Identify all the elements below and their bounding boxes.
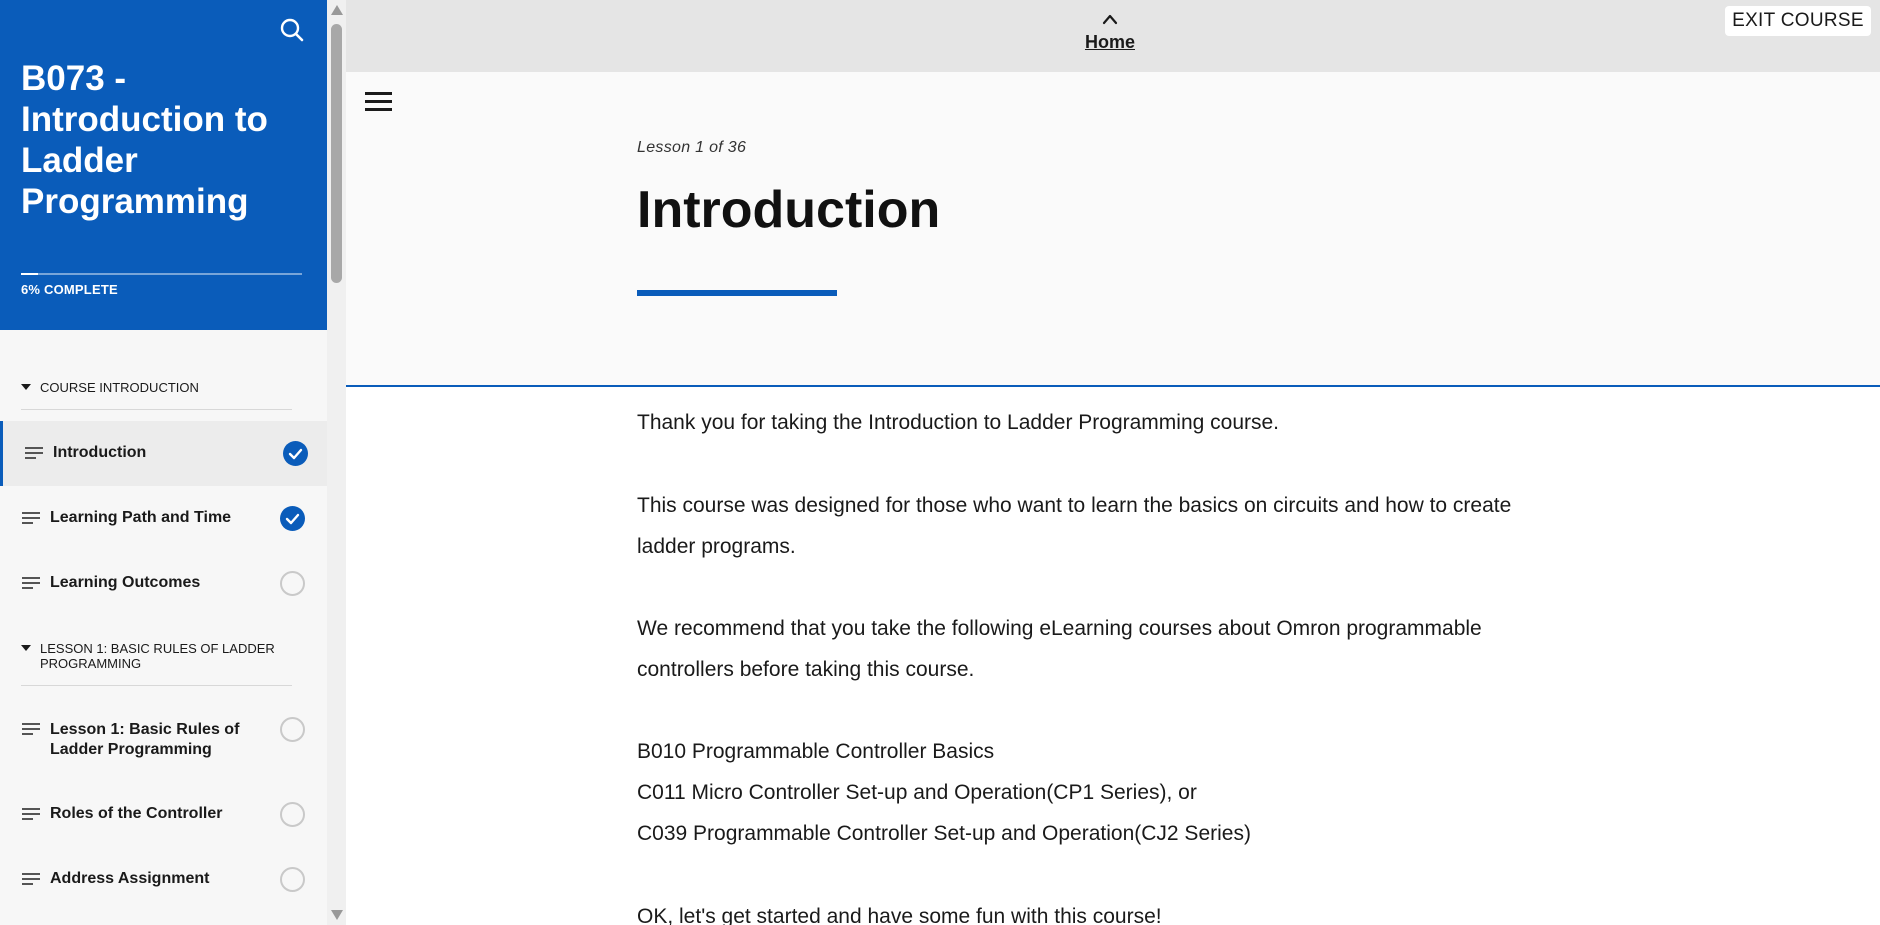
- sidebar-item-learning-outcomes[interactable]: Learning Outcomes: [0, 551, 327, 616]
- section-title: COURSE INTRODUCTION: [40, 380, 199, 395]
- empty-circle-icon: [280, 867, 305, 892]
- chevron-up-icon[interactable]: [1102, 12, 1118, 26]
- course-title: B073 - Introduction to Ladder Programmin…: [21, 59, 268, 221]
- lesson-lines-icon: [22, 577, 40, 590]
- course-list-item: B010 Programmable Controller Basics: [637, 740, 995, 763]
- check-circle-icon: [283, 441, 308, 466]
- exit-course-button[interactable]: EXIT COURSE: [1725, 6, 1871, 36]
- caret-down-icon: [21, 645, 31, 651]
- sidebar-item-learning-path-and-time[interactable]: Learning Path and Time: [0, 486, 327, 551]
- section-heading-course-introduction[interactable]: COURSE INTRODUCTION: [21, 380, 292, 410]
- progress-bar: [21, 273, 302, 275]
- lesson-header: Lesson 1 of 36 Introduction: [346, 72, 1880, 387]
- check-circle-icon: [280, 506, 305, 531]
- section-title: LESSON 1: BASIC RULES OF LADDER PROGRAMM…: [40, 641, 275, 671]
- paragraph: OK, let's get started and have some fun …: [637, 905, 1162, 925]
- sidebar-item-label: Learning Outcomes: [50, 574, 201, 591]
- search-button[interactable]: [277, 15, 307, 45]
- paragraph: Thank you for taking the Introduction to…: [637, 411, 1280, 434]
- sidebar-item-basic-rules-of-ladder-programming[interactable]: Lesson 1: Basic Rules of Ladder Programm…: [0, 700, 327, 780]
- sidebar-scrollbar[interactable]: [327, 0, 346, 925]
- course-sidebar: B073 - Introduction to Ladder Programmin…: [0, 0, 327, 925]
- scrollbar-thumb[interactable]: [331, 24, 342, 283]
- progress-label: 6% COMPLETE: [21, 282, 118, 297]
- empty-circle-icon: [280, 717, 305, 742]
- lesson-lines-icon: [25, 447, 43, 460]
- sidebar-item-introduction[interactable]: Introduction: [0, 421, 327, 486]
- search-icon: [280, 18, 304, 42]
- scroll-down-arrow-icon[interactable]: [331, 910, 343, 920]
- sidebar-item-label: Roles of the Controller: [50, 805, 223, 822]
- hamburger-menu-icon[interactable]: [364, 88, 394, 114]
- lesson-lines-icon: [22, 873, 40, 886]
- paragraph: We recommend that you take the following…: [637, 617, 1482, 681]
- section-heading-lesson-1[interactable]: LESSON 1: BASIC RULES OF LADDER PROGRAMM…: [21, 641, 292, 686]
- sidebar-item-label: Address Assignment: [50, 870, 210, 887]
- lesson-lines-icon: [22, 808, 40, 821]
- home-link[interactable]: Home: [1032, 32, 1188, 53]
- title-divider: [637, 290, 837, 296]
- sidebar-header: B073 - Introduction to Ladder Programmin…: [0, 0, 327, 330]
- empty-circle-icon: [280, 571, 305, 596]
- lesson-counter: Lesson 1 of 36: [637, 139, 747, 156]
- top-navigation-bar: Home EXIT COURSE: [346, 0, 1880, 72]
- empty-circle-icon: [280, 802, 305, 827]
- lesson-lines-icon: [22, 723, 40, 736]
- paragraph: This course was designed for those who w…: [637, 494, 1512, 558]
- sidebar-item-roles-of-the-controller[interactable]: Roles of the Controller: [0, 782, 327, 847]
- scroll-up-arrow-icon[interactable]: [331, 5, 343, 15]
- sidebar-item-label: Learning Path and Time: [50, 509, 232, 526]
- course-list-item: C011 Micro Controller Set-up and Operati…: [637, 781, 1197, 804]
- sidebar-item-address-assignment[interactable]: Address Assignment: [0, 847, 327, 912]
- page-title: Introduction: [637, 181, 941, 239]
- progress-fill: [21, 273, 38, 275]
- caret-down-icon: [21, 384, 31, 390]
- lesson-lines-icon: [22, 512, 40, 525]
- sidebar-item-label: Lesson 1: Basic Rules of Ladder Programm…: [50, 721, 240, 758]
- sidebar-item-label: Introduction: [53, 444, 147, 461]
- course-list-item: C039 Programmable Controller Set-up and …: [637, 822, 1251, 845]
